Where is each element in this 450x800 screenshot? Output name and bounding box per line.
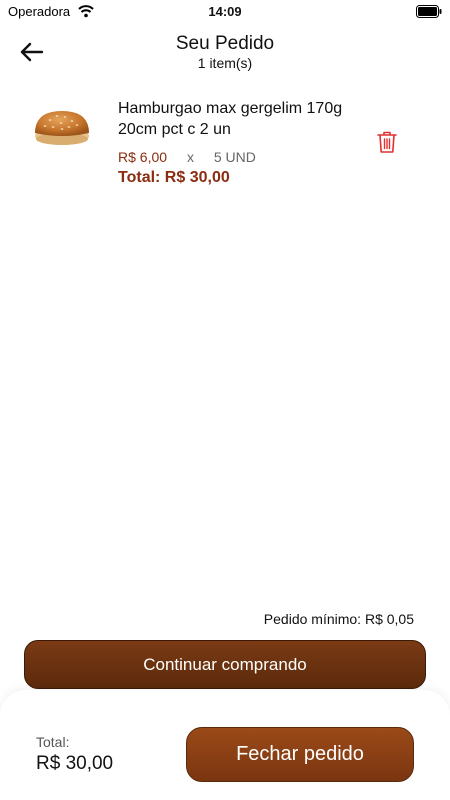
price-line: R$ 6,00 x 5 UND — [118, 149, 256, 165]
cart-item[interactable]: Hamburgao max gergelim 170g 20cm pct c 2… — [0, 90, 450, 200]
status-time: 14:09 — [208, 4, 242, 19]
item-count: 1 item(s) — [197, 55, 253, 71]
checkout-button[interactable]: Fechar pedido — [186, 727, 414, 782]
item-total: Total: R$ 30,00 — [118, 169, 230, 186]
battery-icon — [416, 5, 442, 18]
total-value: R$ 30,00 — [36, 753, 114, 774]
minimum-order: Pedido mínimo: R$ 0,05 — [263, 611, 414, 627]
product-name: Hamburgao max gergelim 170g 20cm pct c 2… — [118, 100, 343, 138]
total-label: Total: — [36, 734, 70, 750]
multiply-sign: x — [186, 149, 194, 165]
checkout-footer: Total: R$ 30,00 Fechar pedido — [0, 690, 450, 800]
unit-price: R$ 6,00 — [118, 149, 168, 165]
continue-shopping-button[interactable]: Continuar comprando — [24, 640, 426, 689]
status-bar: Operadora 14:09 — [0, 0, 450, 24]
page-title: Seu Pedido — [175, 33, 275, 54]
quantity: 5 UND — [213, 149, 256, 165]
trash-icon[interactable] — [376, 130, 398, 154]
product-image — [35, 111, 89, 145]
